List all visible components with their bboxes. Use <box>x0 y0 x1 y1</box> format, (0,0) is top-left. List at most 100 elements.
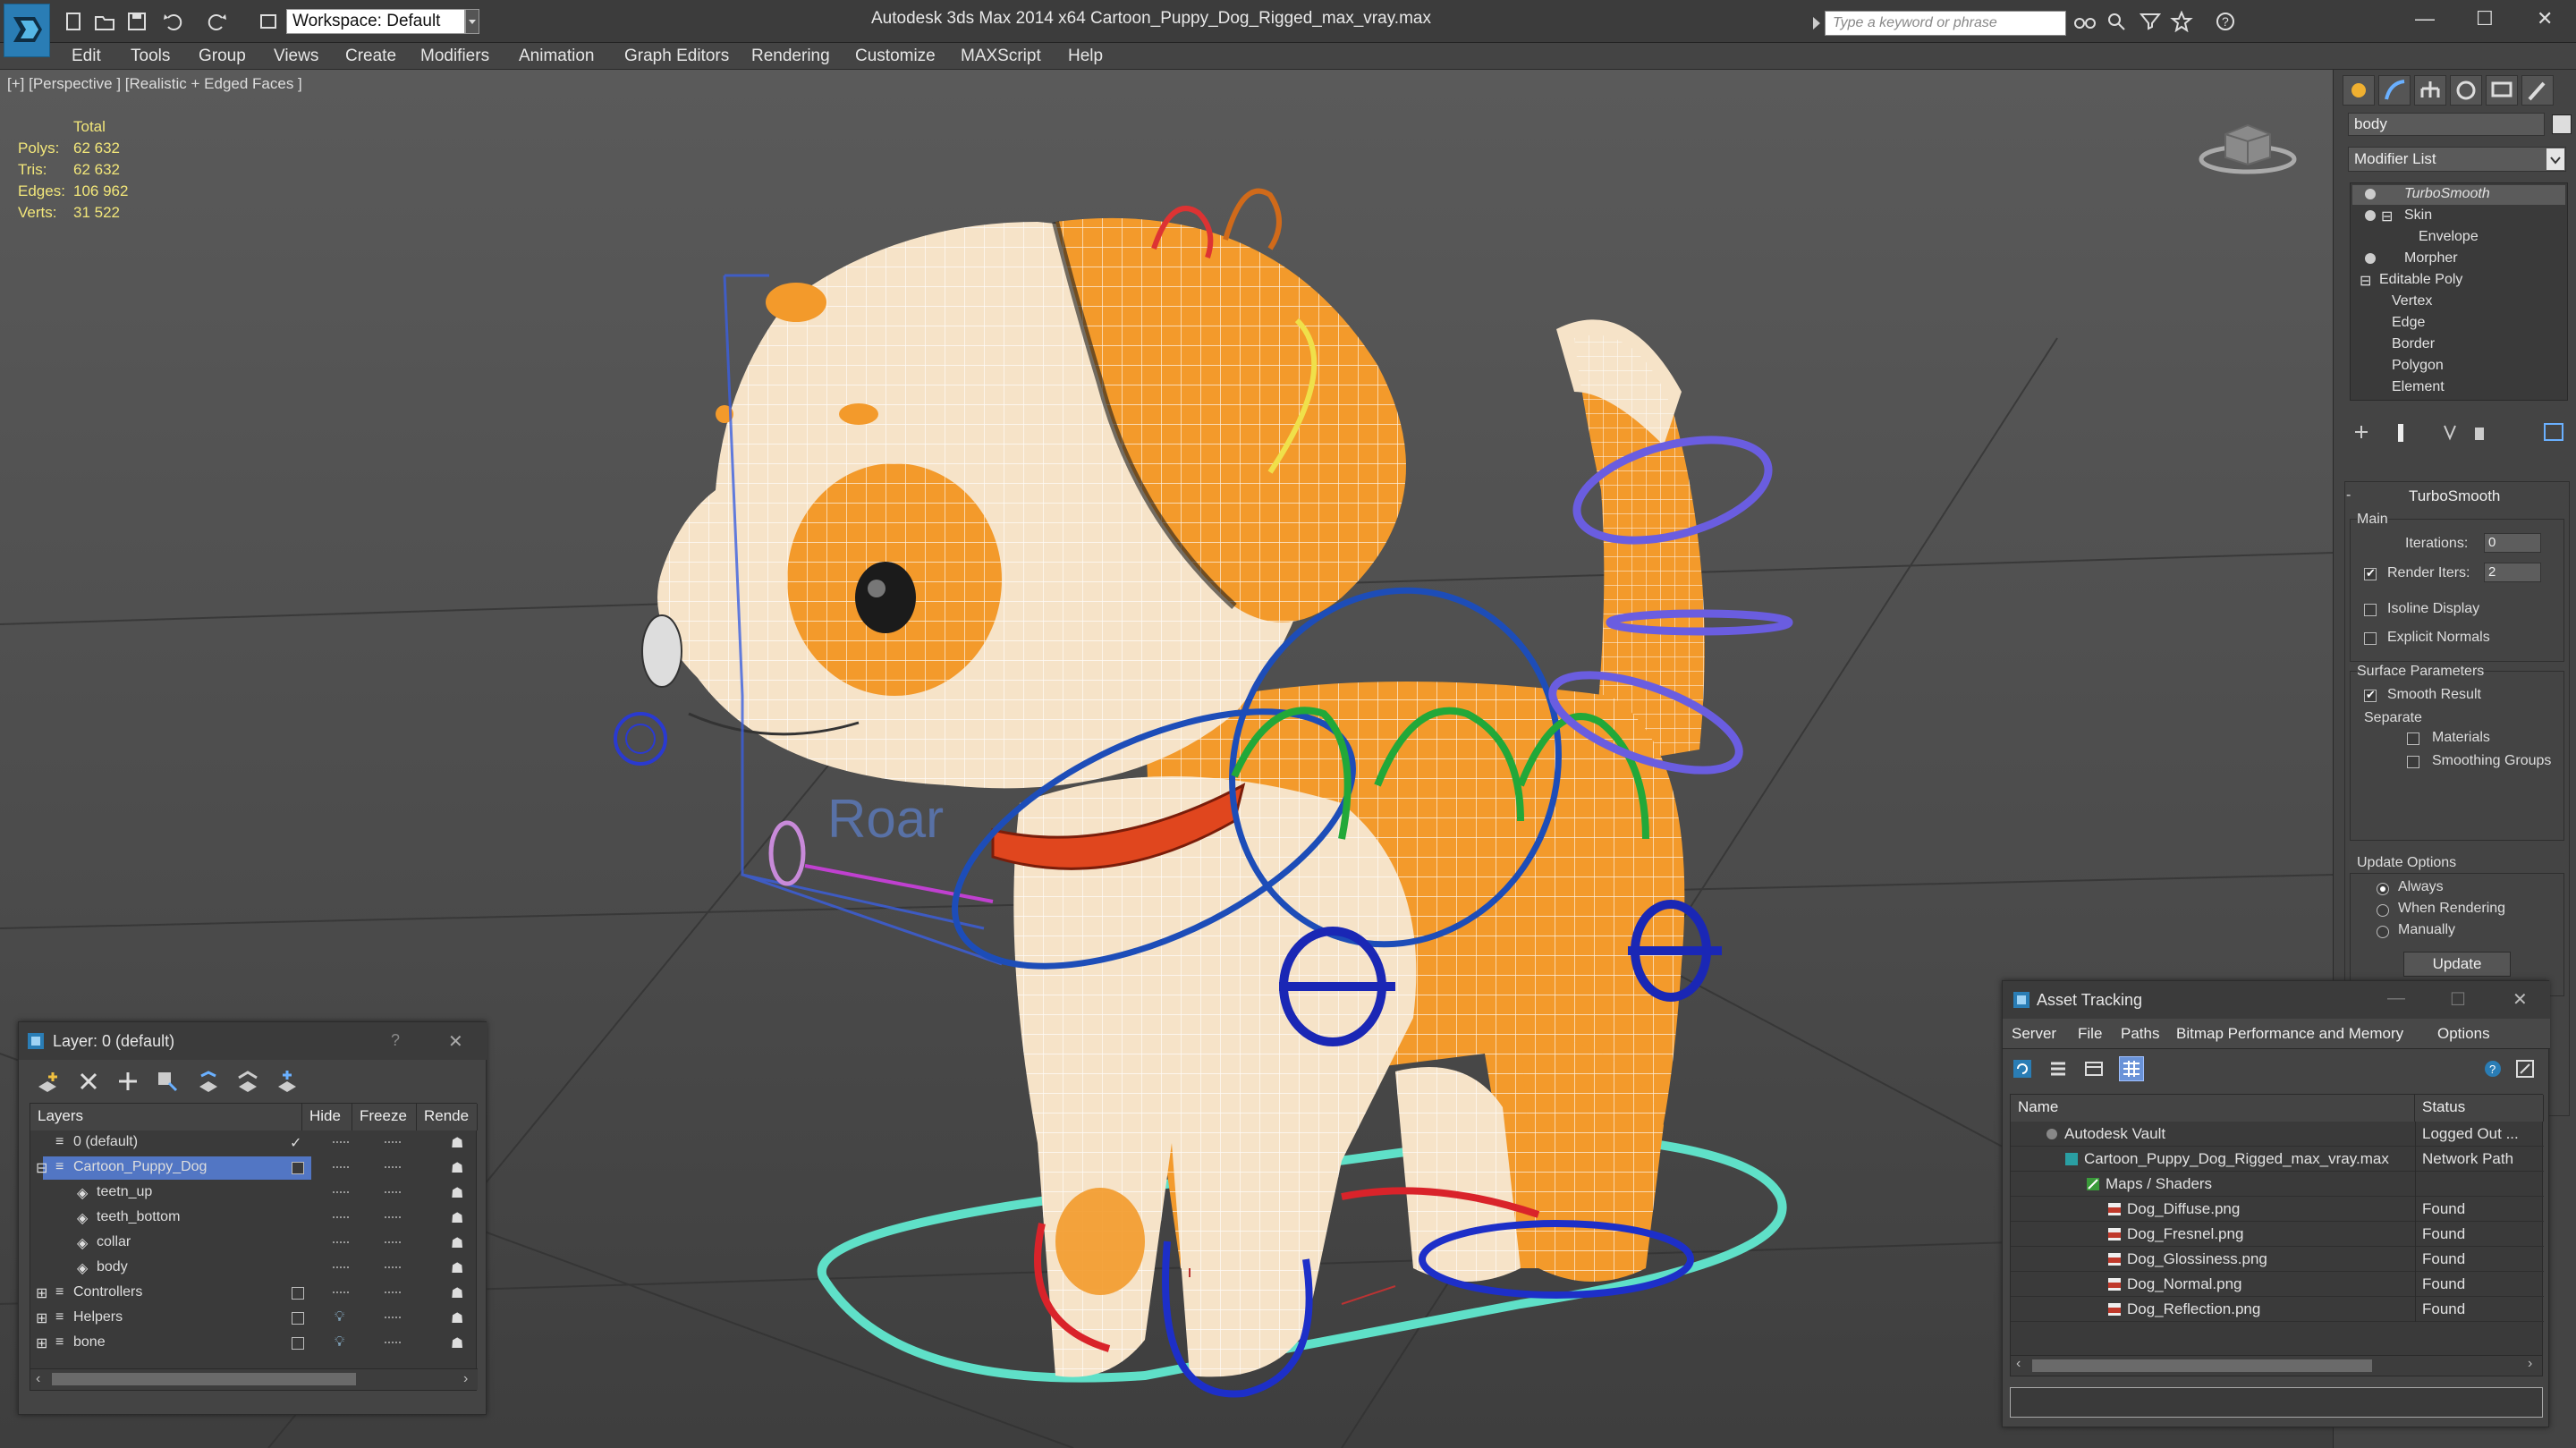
freeze-toggle[interactable] <box>385 1216 401 1219</box>
teapot-icon[interactable]: ☗ <box>451 1159 463 1177</box>
stack-item-editable-poly[interactable]: Editable Poly <box>2379 272 2462 288</box>
update-button[interactable]: Update <box>2403 952 2511 977</box>
hide-all-layers-icon[interactable] <box>235 1069 260 1094</box>
layer-panel-titlebar[interactable]: Layer: 0 (default) ? ✕ <box>19 1022 487 1060</box>
iterations-spinner[interactable]: 0 <box>2484 533 2541 553</box>
maximize-button[interactable]: ☐ <box>2450 988 2466 1011</box>
object-color-swatch[interactable] <box>2552 114 2572 134</box>
new-file-icon[interactable] <box>63 11 86 32</box>
asset-row[interactable]: Dog_Diffuse.png Found <box>2011 1197 2544 1222</box>
menu-customize[interactable]: Customize <box>855 47 936 66</box>
column-render[interactable]: Rende <box>417 1104 478 1130</box>
layer-row[interactable]: ◈ teetn_up ☗ <box>30 1181 478 1206</box>
menu-help[interactable]: Help <box>1068 47 1103 66</box>
layer-row[interactable]: ⊞ ≡ Helpers 💡︎ ☗ <box>30 1306 478 1331</box>
maximize-button[interactable]: ☐ <box>2476 7 2494 30</box>
freeze-toggle[interactable] <box>385 1291 401 1294</box>
table-view-icon[interactable] <box>2119 1056 2144 1081</box>
modifier-list-dropdown[interactable]: Modifier List <box>2348 147 2566 172</box>
scroll-thumb[interactable] <box>52 1373 356 1385</box>
asset-row[interactable]: Maps / Shaders <box>2011 1172 2544 1197</box>
turbosmooth-title[interactable]: TurboSmooth <box>2409 487 2500 505</box>
expand-icon[interactable]: ⊟ <box>36 1159 47 1177</box>
app-logo-icon[interactable] <box>4 4 50 57</box>
menu-tools[interactable]: Tools <box>131 47 170 66</box>
vault-help-icon[interactable]: ? <box>2482 1058 2504 1084</box>
expand-icon[interactable]: ⊞ <box>36 1334 47 1352</box>
asset-row[interactable]: Dog_Normal.png Found <box>2011 1272 2544 1297</box>
teapot-icon[interactable]: ☗ <box>451 1209 463 1227</box>
scroll-thumb[interactable] <box>2032 1359 2372 1372</box>
save-icon[interactable] <box>125 11 148 32</box>
expand-icon[interactable]: ⊞ <box>36 1284 47 1302</box>
asset-row[interactable]: Cartoon_Puppy_Dog_Rigged_max_vray.max Ne… <box>2011 1147 2544 1172</box>
stack-item-vertex[interactable]: Vertex <box>2392 293 2432 309</box>
object-name-field[interactable]: body <box>2348 113 2545 136</box>
layer-row[interactable]: ⊞ ≡ Controllers ☗ <box>30 1281 478 1306</box>
binoculars-icon[interactable] <box>2073 11 2097 32</box>
lightbulb-icon[interactable]: 💡︎ <box>335 1309 344 1325</box>
lightbulb-icon[interactable] <box>2365 210 2376 221</box>
workspace-dropdown[interactable]: Workspace: Default <box>286 9 465 34</box>
viewport-label[interactable]: [+] [Perspective ] [Realistic + Edged Fa… <box>7 75 302 93</box>
hide-toggle[interactable] <box>333 1166 349 1169</box>
teapot-icon[interactable]: ☗ <box>451 1184 463 1202</box>
smooth-result-checkbox[interactable] <box>2364 688 2377 702</box>
play-arrow-icon[interactable] <box>1810 14 1823 37</box>
highlight-layer-icon[interactable] <box>196 1069 221 1094</box>
close-button[interactable]: ✕ <box>2537 7 2553 30</box>
current-layer-checkbox[interactable] <box>292 1337 304 1350</box>
help-icon[interactable]: ? <box>2215 11 2238 32</box>
modify-tab-icon[interactable] <box>2378 75 2411 106</box>
close-button[interactable]: ✕ <box>448 1030 463 1053</box>
subscription-icon[interactable] <box>2106 11 2129 32</box>
asset-path-field[interactable] <box>2010 1387 2543 1418</box>
materials-checkbox[interactable] <box>2407 732 2419 745</box>
menu-edit[interactable]: Edit <box>72 47 101 66</box>
freeze-toggle[interactable] <box>385 1166 401 1169</box>
manually-radio[interactable] <box>2377 926 2389 938</box>
menu-animation[interactable]: Animation <box>519 47 595 66</box>
search-input[interactable]: Type a keyword or phrase <box>1825 11 2066 36</box>
scroll-right-icon[interactable]: › <box>463 1371 468 1387</box>
expand-icon[interactable]: ⊟ <box>2381 207 2393 225</box>
rollout-toggle-icon[interactable]: - <box>2346 487 2351 504</box>
stack-item-skin[interactable]: Skin <box>2404 207 2432 224</box>
scroll-left-icon[interactable]: ‹ <box>2016 1356 2021 1372</box>
column-status[interactable]: Status <box>2415 1095 2544 1122</box>
stack-item-envelope[interactable]: Envelope <box>2419 229 2479 245</box>
close-button[interactable]: ✕ <box>2512 988 2528 1011</box>
asset-row[interactable]: Dog_Reflection.png Found <box>2011 1297 2544 1322</box>
hide-toggle[interactable] <box>333 1216 349 1219</box>
project-folder-icon[interactable] <box>258 11 281 32</box>
menu-group[interactable]: Group <box>199 47 246 66</box>
motion-tab-icon[interactable] <box>2450 75 2482 106</box>
list-view-icon[interactable] <box>2047 1058 2069 1084</box>
teapot-icon[interactable]: ☗ <box>451 1309 463 1327</box>
menu-server[interactable]: Server <box>2012 1025 2056 1043</box>
redo-icon[interactable] <box>206 11 229 32</box>
stack-item-morpher[interactable]: Morpher <box>2404 250 2458 267</box>
lightbulb-icon[interactable] <box>2365 253 2376 264</box>
create-layer-icon[interactable] <box>35 1069 60 1094</box>
stack-item-polygon[interactable]: Polygon <box>2392 358 2444 374</box>
layer-row[interactable]: ≡ 0 (default) ✓ ☗ <box>30 1130 478 1156</box>
delete-layer-icon[interactable] <box>76 1069 101 1094</box>
refresh-icon[interactable] <box>2012 1058 2033 1084</box>
stack-item-turbosmooth[interactable]: TurboSmooth <box>2404 186 2490 202</box>
add-to-layer-icon[interactable] <box>115 1069 140 1094</box>
isoline-display-checkbox[interactable] <box>2364 604 2377 616</box>
scroll-left-icon[interactable]: ‹ <box>36 1371 40 1387</box>
layer-horizontal-scrollbar[interactable]: ‹ › <box>30 1368 478 1390</box>
minimize-button[interactable]: — <box>2387 988 2405 1009</box>
when-rendering-radio[interactable] <box>2377 904 2389 917</box>
teapot-icon[interactable]: ☗ <box>451 1234 463 1252</box>
menu-bitmap-performance[interactable]: Bitmap Performance and Memory <box>2176 1025 2403 1043</box>
column-layers[interactable]: Layers <box>30 1104 302 1130</box>
column-hide[interactable]: Hide <box>302 1104 352 1130</box>
stack-item-edge[interactable]: Edge <box>2392 315 2425 331</box>
layer-row[interactable]: ⊞ ≡ bone 💡︎ ☗ <box>30 1331 478 1356</box>
vault-settings-icon[interactable] <box>2514 1058 2536 1084</box>
layer-row[interactable]: ◈ teeth_bottom ☗ <box>30 1206 478 1231</box>
menu-options[interactable]: Options <box>2437 1025 2490 1043</box>
